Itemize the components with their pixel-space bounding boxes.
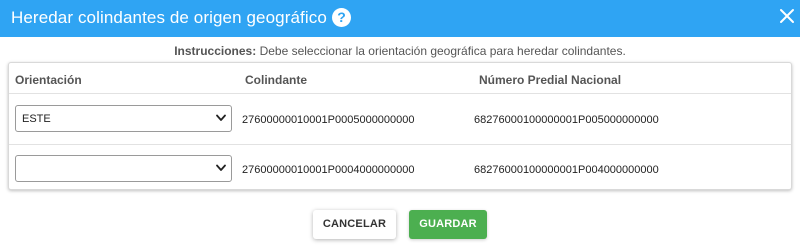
inherit-neighbors-dialog: Heredar colindantes de origen geográfico… — [0, 0, 800, 250]
save-button[interactable]: GUARDAR — [409, 210, 487, 239]
numero-predial-cell: 68276000100000001P004000000000 — [474, 164, 659, 176]
row-divider — [9, 144, 791, 145]
chevron-down-icon — [216, 114, 226, 121]
orientation-select[interactable]: ESTE — [15, 105, 232, 132]
column-header-colindante: Colindante — [245, 73, 307, 87]
colindante-cell: 27600000010001P0005000000000 — [242, 114, 415, 126]
instructions-text: Instrucciones: Debe seleccionar la orien… — [0, 44, 800, 58]
orientation-select-value: ESTE — [22, 113, 51, 125]
numero-predial-cell: 68276000100000001P005000000000 — [474, 114, 659, 126]
dialog-header: Heredar colindantes de origen geográfico… — [0, 0, 800, 37]
colindante-cell: 27600000010001P0004000000000 — [242, 164, 415, 176]
instructions-body: Debe seleccionar la orientación geográfi… — [256, 44, 626, 58]
help-icon[interactable]: ? — [332, 8, 351, 27]
neighbors-grid: Orientación Colindante Número Predial Na… — [8, 62, 792, 190]
header-divider — [9, 93, 791, 94]
column-header-orientation: Orientación — [15, 73, 82, 87]
instructions-label: Instrucciones: — [174, 44, 257, 58]
cancel-button[interactable]: CANCELAR — [313, 210, 396, 239]
column-header-numero-predial: Número Predial Nacional — [479, 73, 622, 87]
dialog-title: Heredar colindantes de origen geográfico — [11, 8, 327, 27]
close-icon[interactable] — [778, 7, 796, 25]
chevron-down-icon — [216, 164, 226, 171]
orientation-select[interactable] — [15, 155, 232, 182]
